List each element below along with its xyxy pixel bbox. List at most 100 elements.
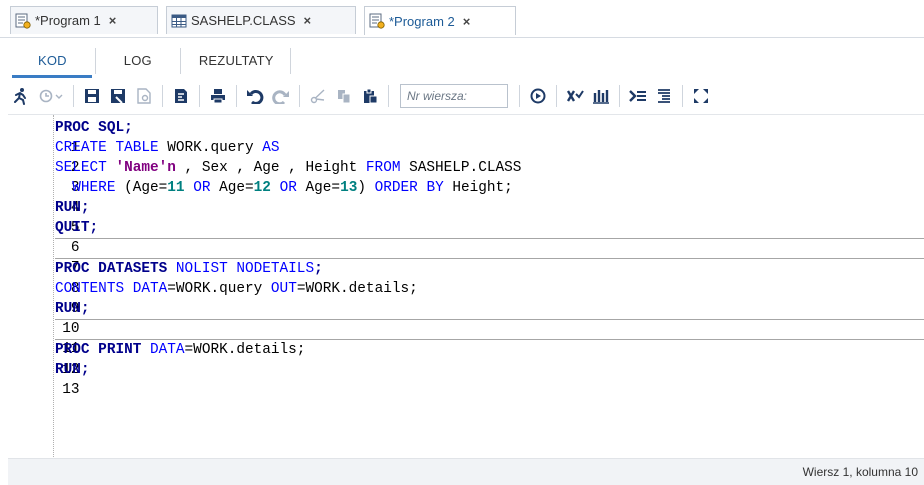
code-token: RUN [55,362,81,378]
code-token: PROC DATASETS [55,261,168,277]
code-token: PROC PRINT [55,342,142,358]
code-token: ; [80,200,90,216]
tab-program-1[interactable]: *Program 1 × [10,6,158,34]
split-columns-icon[interactable] [588,83,614,109]
line-number-input[interactable] [400,84,508,108]
toolbar-separator [519,85,520,107]
code-token: ; [80,301,90,317]
code-token: ; [124,120,133,136]
tab-label: SASHELP.CLASS [191,13,296,28]
tab-sashelp-class[interactable]: SASHELP.CLASS × [166,6,356,34]
toolbar-separator [299,85,300,107]
copy-icon[interactable] [331,83,357,109]
code-token: NOLIST NODETAILS [175,261,315,277]
code-line: 11 [8,319,924,357]
indent-icon[interactable] [651,83,677,109]
cut-icon[interactable] [305,83,331,109]
open-file-icon[interactable] [131,83,157,109]
code-token: RUN [55,301,81,317]
save-as-icon[interactable] [105,83,131,109]
code-token: (Age= [115,180,168,196]
code-token: CONTENTS [55,281,125,297]
toolbar-separator [556,85,557,107]
table-icon [171,13,187,29]
status-bar: Wiersz 1, kolumna 10 [8,458,924,485]
code-token: 13 [340,180,358,196]
code-token: OUT [270,281,297,297]
history-icon[interactable] [34,83,68,109]
code-line: 4 WHERE (Age=11 OR Age=12 OR Age=13) ORD… [8,178,924,216]
toolbar-separator [388,85,389,107]
code-token: DATA [150,342,185,358]
code-token: =WORK.details; [184,342,306,358]
toolbar-separator [73,85,74,107]
toolbar-separator [162,85,163,107]
code-token: ; [89,220,99,236]
clear-icon[interactable] [562,83,588,109]
code-token: Age= [210,180,254,196]
save-icon[interactable] [79,83,105,109]
editor-toolbar [8,79,924,113]
code-token: ORDER BY [374,180,444,196]
tab-rezultaty[interactable]: REZULTATY [181,48,291,74]
tab-kod[interactable]: KOD [12,48,96,74]
tab-label: *Program 1 [35,13,101,28]
program-icon [369,13,385,29]
code-token: ) [357,180,375,196]
undo-icon[interactable] [242,83,268,109]
code-line: 13 RUN; [8,360,924,398]
format-code-icon[interactable] [168,83,194,109]
code-token: WORK.query [158,140,263,156]
code-line: 7 [8,238,924,276]
paste-icon[interactable] [357,83,383,109]
code-line: 5 RUN; [8,198,924,236]
go-to-line-icon[interactable] [525,83,551,109]
code-line: 2 CREATE TABLE WORK.query AS [8,138,924,176]
code-line: 8 PROC DATASETS NOLIST NODETAILS; [8,259,924,297]
document-tabstrip: *Program 1 × SASHELP.CLASS × *Program 2 … [0,0,924,38]
tab-program-2[interactable]: *Program 2 × [364,6,516,35]
toolbar-separator [236,85,237,107]
tab-log[interactable]: LOG [96,48,181,74]
code-token: OR [193,180,211,196]
toolbar-separator [619,85,620,107]
code-token: , Sex , Age , Height [175,160,366,176]
code-token: FROM [365,160,401,176]
program-icon [15,13,31,29]
code-token: ; [314,261,323,277]
code-token: CREATE TABLE [55,140,159,156]
close-icon[interactable]: × [109,13,117,28]
run-icon[interactable] [8,83,34,109]
maximize-icon[interactable] [688,83,714,109]
code-token: AS [262,140,280,156]
code-editor[interactable]: 1 PROC SQL; 2 CREATE TABLE WORK.query AS 3… [8,114,924,457]
toolbar-separator [199,85,200,107]
code-token: OR [279,180,297,196]
code-token: Age= [296,180,341,196]
code-token: RUN [55,200,81,216]
code-line: 6 QUIT; [8,218,924,256]
redo-icon[interactable] [268,83,294,109]
close-icon[interactable]: × [304,13,312,28]
code-token: =WORK.details; [296,281,418,297]
close-icon[interactable]: × [463,14,471,29]
tab-label: *Program 2 [389,13,455,29]
code-token: PROC SQL [55,120,125,136]
print-icon[interactable] [205,83,231,109]
code-token: 11 [167,180,185,196]
editor-subtabs: KOD LOG REZULTATY [12,48,291,74]
code-token: 'Name'n [115,160,176,176]
active-tab-indicator [12,75,92,78]
code-line: 1 PROC SQL; [8,118,924,156]
code-line: 12 PROC PRINT DATA=WORK.details; [8,340,924,378]
code-token: QUIT [55,220,90,236]
submit-selection-icon[interactable] [625,83,651,109]
cursor-position: Wiersz 1, kolumna 10 [802,465,918,479]
code-token: ; [80,362,90,378]
code-token: DATA [132,281,168,297]
